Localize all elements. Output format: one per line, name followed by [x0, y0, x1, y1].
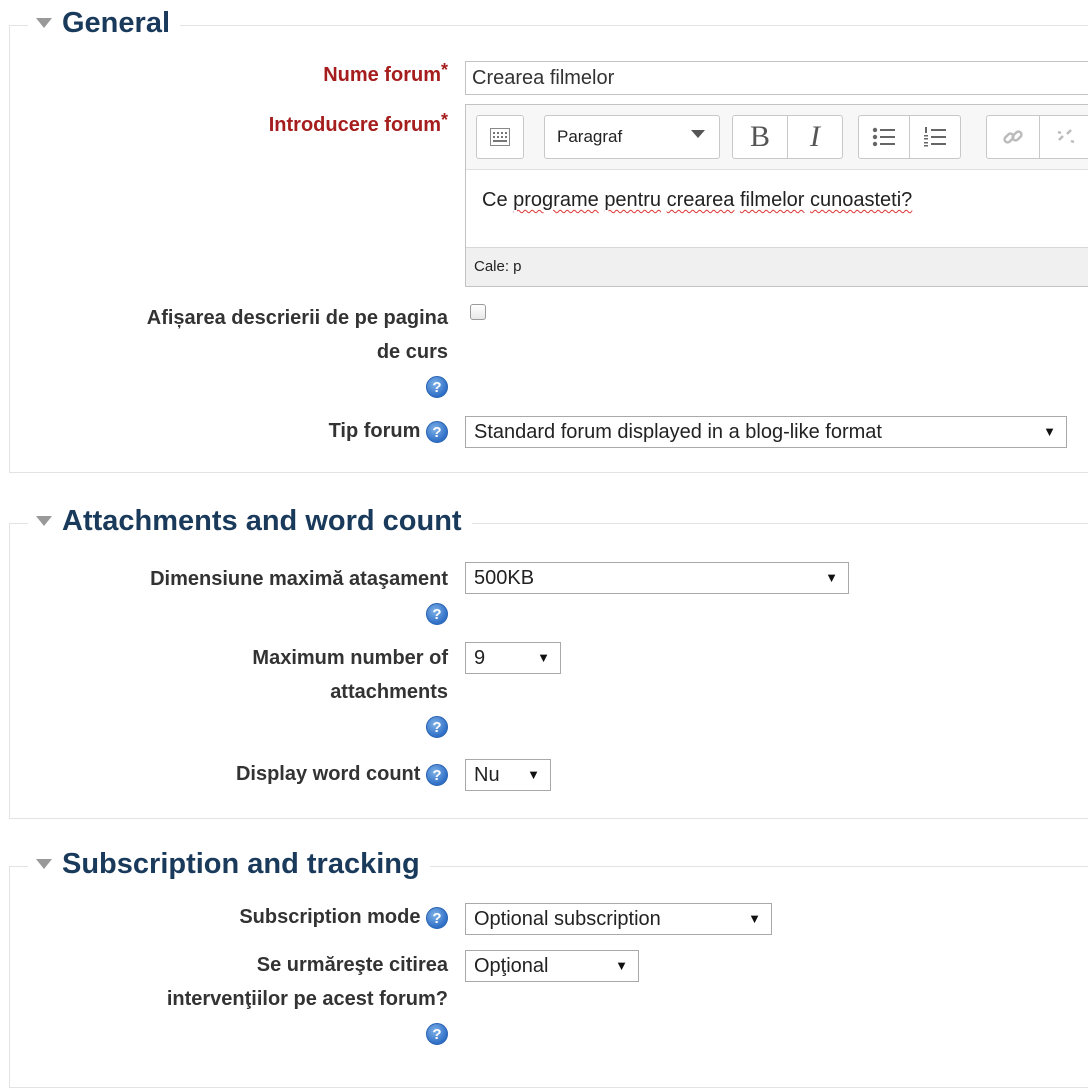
collapse-triangle-icon	[36, 859, 52, 869]
numbered-list-icon	[924, 127, 946, 147]
required-asterisk-icon: *	[440, 60, 448, 80]
editor-path-bar: Cale: p	[466, 247, 1088, 286]
subscription-mode-select[interactable]: Optional subscription ▼	[465, 903, 772, 935]
max-size-select-value: 500KB	[474, 567, 535, 589]
help-icon[interactable]: ?	[426, 906, 448, 929]
word-count-select-value: Nu	[474, 764, 500, 786]
tracking-select-value: Opţional	[474, 955, 549, 977]
max-size-select[interactable]: 500KB ▼	[465, 562, 849, 594]
bullet-list-icon	[872, 127, 895, 147]
bold-icon: B	[749, 120, 770, 153]
collapse-triangle-icon	[36, 18, 52, 28]
dropdown-arrow-icon: ▼	[825, 570, 838, 585]
max-number-label: Maximum number of attachments ?	[252, 647, 448, 738]
unlink-button[interactable]	[1039, 115, 1088, 159]
editor-toolbar: Paragraf B I	[466, 105, 1088, 170]
help-icon[interactable]: ?	[426, 1022, 448, 1045]
tracking-select[interactable]: Opţional ▼	[465, 950, 639, 982]
forum-type-select-value: Standard forum displayed in a blog-like …	[474, 421, 882, 443]
link-button[interactable]	[986, 115, 1040, 159]
help-icon[interactable]: ?	[426, 763, 448, 786]
format-select[interactable]: Paragraf	[544, 115, 720, 159]
chevron-down-icon	[691, 130, 705, 138]
bullet-list-button[interactable]	[858, 115, 910, 159]
general-legend[interactable]: General	[28, 3, 180, 43]
attachments-legend[interactable]: Attachments and word count	[28, 501, 472, 541]
forum-intro-label: Introducere forum*	[268, 110, 448, 136]
numbered-list-button[interactable]	[909, 115, 961, 159]
forum-type-select[interactable]: Standard forum displayed in a blog-like …	[465, 416, 1067, 448]
required-asterisk-icon: *	[440, 110, 448, 130]
dropdown-arrow-icon: ▼	[748, 911, 761, 926]
help-icon[interactable]: ?	[426, 715, 448, 738]
editor-content[interactable]: Ce programe pentru crearea filmelor cuno…	[482, 189, 912, 212]
italic-icon: I	[810, 120, 820, 153]
help-icon[interactable]: ?	[426, 375, 448, 398]
forum-type-label: Tip forum ?	[329, 415, 448, 447]
subscription-mode-select-value: Optional subscription	[474, 908, 661, 930]
toolbar-toggle-button[interactable]	[476, 115, 524, 159]
show-description-label: Afișarea descrierii de pe pagina de curs…	[146, 307, 448, 398]
subscription-mode-label: Subscription mode ?	[239, 901, 448, 933]
unlink-icon	[1057, 129, 1075, 144]
word-count-select[interactable]: Nu ▼	[465, 759, 551, 791]
attachments-legend-text: Attachments and word count	[62, 505, 462, 537]
forum-name-label: Nume forum*	[323, 60, 448, 86]
collapse-triangle-icon	[36, 516, 52, 526]
help-icon[interactable]: ?	[426, 602, 448, 625]
keyboard-icon	[490, 128, 510, 146]
dropdown-arrow-icon: ▼	[615, 958, 628, 973]
max-number-select-value: 9	[474, 647, 486, 669]
forum-name-input[interactable]: Crearea filmelor	[465, 61, 1088, 95]
dropdown-arrow-icon: ▼	[1043, 424, 1056, 439]
bold-button[interactable]: B	[732, 115, 788, 159]
link-icon	[1003, 130, 1023, 144]
forum-intro-editor: Paragraf B I Ce programe pentru crearea …	[465, 104, 1088, 287]
italic-button[interactable]: I	[787, 115, 843, 159]
max-number-select[interactable]: 9 ▼	[465, 642, 561, 674]
dropdown-arrow-icon: ▼	[527, 767, 540, 782]
word-count-label: Display word count ?	[236, 758, 448, 790]
format-select-value: Paragraf	[557, 127, 623, 146]
subscription-legend[interactable]: Subscription and tracking	[28, 844, 430, 884]
dropdown-arrow-icon: ▼	[537, 650, 550, 665]
help-icon[interactable]: ?	[426, 420, 448, 443]
show-description-checkbox[interactable]	[470, 304, 486, 320]
general-legend-text: General	[62, 7, 170, 39]
subscription-legend-text: Subscription and tracking	[62, 848, 420, 880]
tracking-label: Se urmăreşte citirea intervenţiilor pe a…	[166, 954, 448, 1045]
max-size-label: Dimensiune maximă ataşament ?	[150, 568, 448, 625]
